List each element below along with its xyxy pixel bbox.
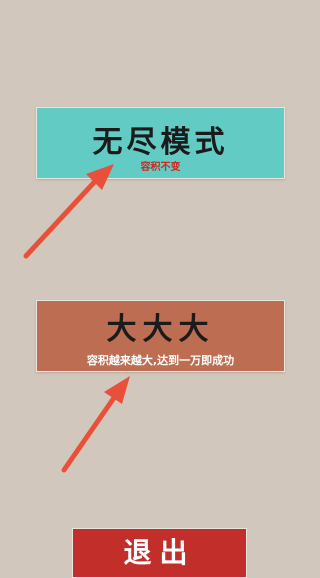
bigger-mode-button[interactable]: 大大大 容积越来越大,达到一万即成功 (36, 300, 285, 372)
arrow-up-right-icon (23, 164, 114, 259)
bigger-mode-subtitle: 容积越来越大,达到一万即成功 (86, 354, 235, 367)
bigger-mode-title: 大大大 (106, 312, 215, 347)
exit-button[interactable]: 退出 (72, 528, 247, 578)
endless-mode-title: 无尽模式 (92, 125, 229, 160)
exit-label: 退出 (123, 536, 196, 569)
arrow-up-right-icon (61, 376, 130, 473)
